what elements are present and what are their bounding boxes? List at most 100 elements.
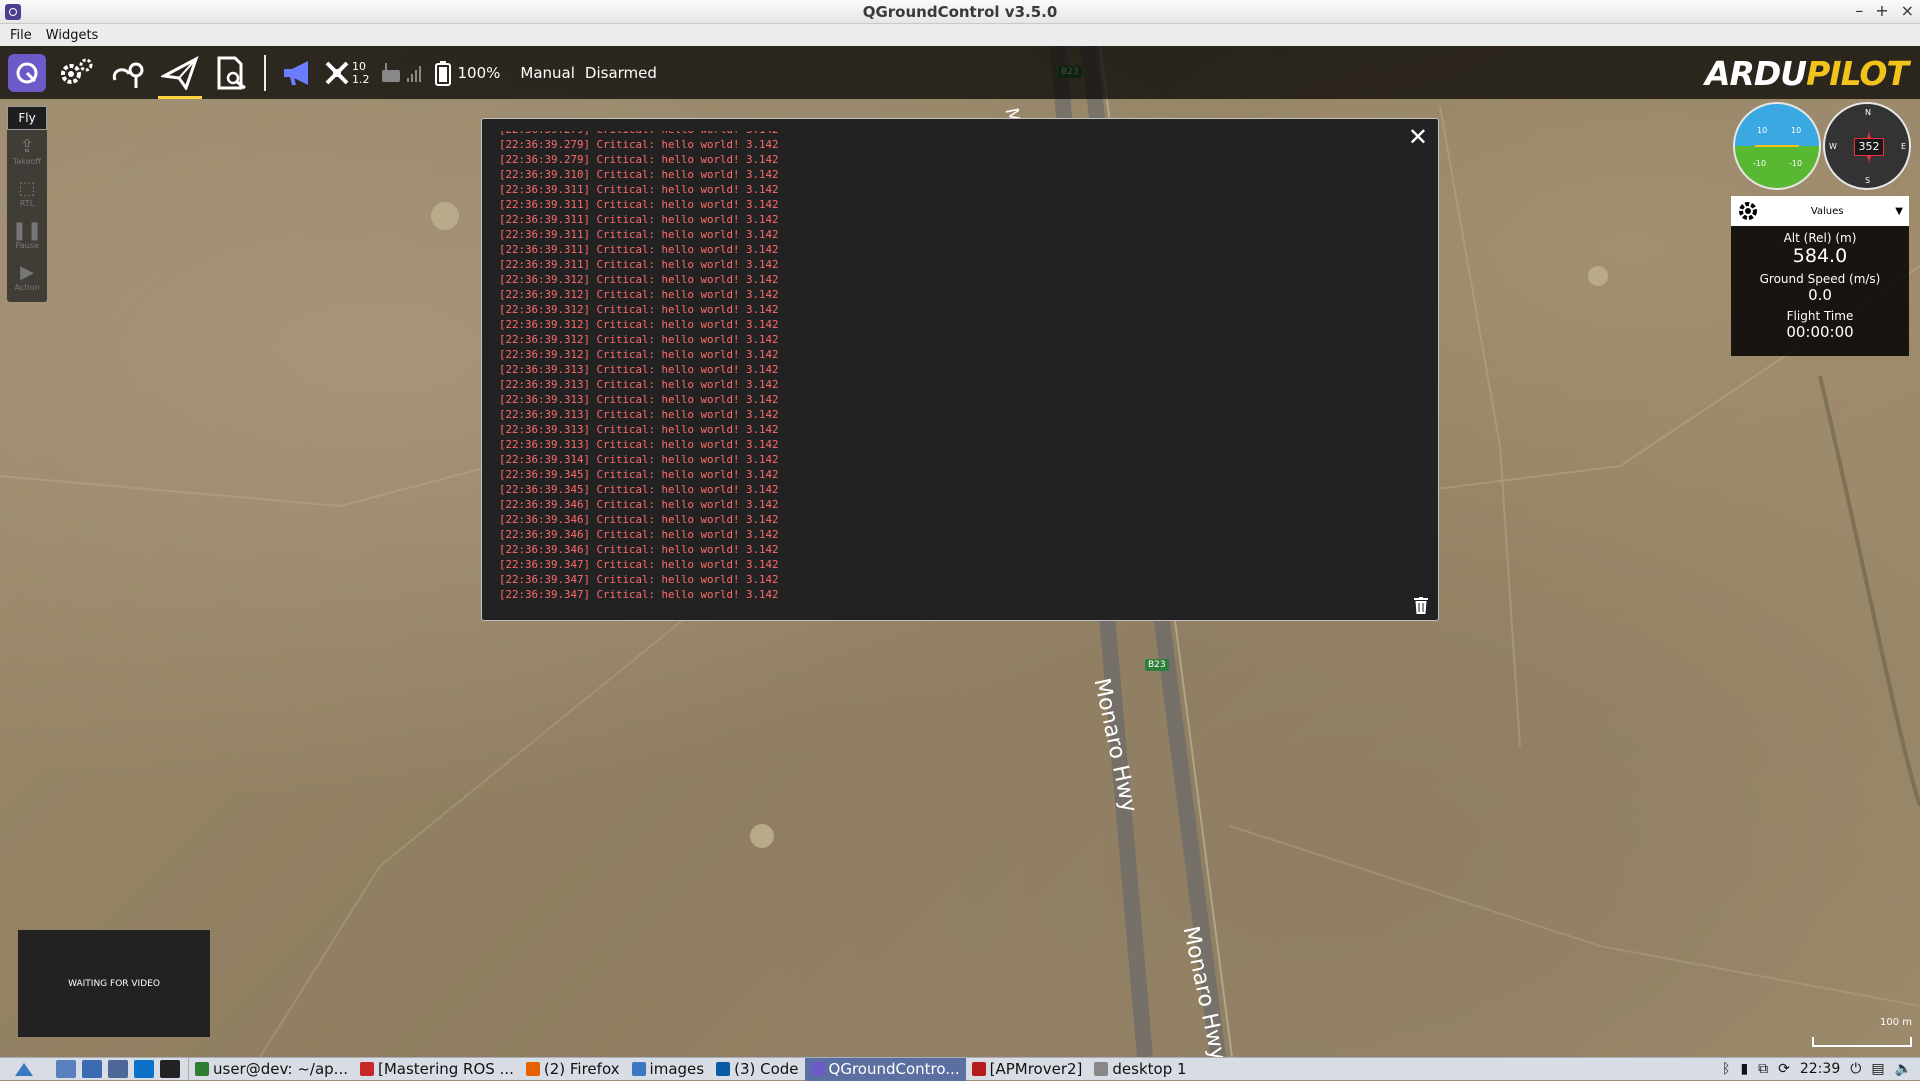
dropdown-caret-icon[interactable]: ▼	[1895, 206, 1903, 217]
message-line: [22:36:39.311] Critical: hello world! 3.…	[499, 198, 779, 211]
fly-button[interactable]	[154, 46, 206, 99]
message-line: [22:36:39.347] Critical: hello world! 3.…	[499, 558, 779, 571]
waypoint-plan-icon	[112, 62, 144, 88]
menu-widgets[interactable]: Widgets	[46, 28, 99, 43]
takeoff-label: Takeoff	[12, 156, 42, 166]
arm-status[interactable]: Disarmed	[585, 64, 657, 82]
message-line: [22:36:39.311] Critical: hello world! 3.…	[499, 213, 779, 226]
message-line: [22:36:39.313] Critical: hello world! 3.…	[499, 438, 779, 451]
altitude-label: Alt (Rel) (m)	[1783, 231, 1857, 245]
taskbar-task[interactable]: [Mastering ROS ...	[354, 1058, 520, 1081]
compass-south: S	[1865, 176, 1871, 185]
rc-transmitter-icon	[381, 62, 400, 82]
message-log[interactable]: [22:36:39.279] Critical: hello world! 3.…	[499, 131, 1199, 605]
horizon-bar	[1755, 145, 1799, 147]
plan-button[interactable]	[102, 46, 154, 99]
settings-button[interactable]	[50, 46, 102, 99]
pitch-tick: 10	[1791, 126, 1802, 135]
task-app-icon	[360, 1062, 374, 1076]
pause-label: Pause	[15, 240, 39, 250]
maximize-button[interactable]: +	[1875, 1, 1888, 20]
video-panel[interactable]: WAITING FOR VIDEO	[18, 930, 210, 1037]
gps-indicator[interactable]: 10 1.2	[324, 46, 370, 99]
fly-tools-panel: Fly ⇪ Takeoff ⬚ RTL ❚❚ Pause ▶ Action	[7, 106, 47, 302]
flighttime-value: 00:00:00	[1786, 323, 1854, 341]
values-label: Values	[1810, 205, 1844, 217]
message-line: [22:36:39.312] Critical: hello world! 3.…	[499, 288, 779, 301]
vscode-launch-icon[interactable]	[134, 1060, 154, 1078]
task-label: (3) Code	[734, 1060, 799, 1078]
play-icon: ▶	[20, 261, 34, 283]
volume-icon[interactable]: 🔈	[1895, 1061, 1912, 1077]
taskbar-task[interactable]: QGroundContro...	[804, 1057, 966, 1081]
heading-value: 352	[1854, 138, 1884, 156]
groundspeed-label: Ground Speed (m/s)	[1759, 272, 1881, 286]
battery-indicator[interactable]: 100%	[434, 46, 511, 99]
pause-button[interactable]: ❚❚ Pause	[7, 214, 47, 256]
message-line: [22:36:39.346] Critical: hello world! 3.…	[499, 513, 779, 526]
qgc-menu-button[interactable]	[4, 46, 50, 99]
message-line: [22:36:39.346] Critical: hello world! 3.…	[499, 498, 779, 511]
document-search-icon	[217, 56, 246, 89]
message-line: [22:36:39.312] Critical: hello world! 3.…	[499, 303, 779, 316]
clock[interactable]: 22:39	[1800, 1061, 1840, 1077]
task-app-icon	[631, 1062, 646, 1076]
gear-icon[interactable]	[1737, 200, 1759, 222]
minimize-button[interactable]: –	[1855, 1, 1863, 20]
file-manager-icon[interactable]	[56, 1060, 76, 1078]
message-line: [22:36:39.311] Critical: hello world! 3.…	[499, 228, 779, 241]
flight-mode-selector[interactable]: Manual	[520, 64, 575, 82]
message-line: [22:36:39.279] Critical: hello world! 3.…	[499, 138, 779, 151]
compass-indicator: N E S W ✦ 352	[1823, 102, 1911, 190]
values-header[interactable]: Values ▼	[1731, 196, 1909, 226]
quick-launch	[48, 1057, 189, 1081]
task-app-icon	[525, 1062, 540, 1076]
ardupilot-logo: ARDUPILOT	[1704, 54, 1909, 93]
bluetooth-icon[interactable]: ᛒ	[1722, 1061, 1730, 1077]
toolbar-separator	[264, 54, 266, 91]
value-row-groundspeed: Ground Speed (m/s) 0.0	[1731, 272, 1909, 304]
terminal-launch-icon[interactable]	[160, 1060, 180, 1078]
keyboard-layout-icon[interactable]: ▤	[1871, 1061, 1884, 1077]
power-icon[interactable]: ⏻	[1850, 1061, 1861, 1077]
trash-icon[interactable]	[1414, 597, 1428, 614]
browser-launch-icon[interactable]	[82, 1060, 102, 1078]
message-line: [22:36:39.312] Critical: hello world! 3.…	[499, 318, 779, 331]
close-window-button[interactable]: ×	[1901, 1, 1914, 20]
menu-file[interactable]: File	[10, 28, 32, 43]
taskbar-task[interactable]: images	[626, 1058, 711, 1081]
window-switcher-icon[interactable]	[108, 1060, 128, 1078]
os-taskbar: user@dev: ~/ap... [Mastering ROS ... (2) F…	[0, 1057, 1920, 1081]
value-row-altitude: Alt (Rel) (m) 584.0	[1731, 231, 1909, 267]
messages-indicator[interactable]	[282, 46, 314, 99]
taskbar-task[interactable]: desktop 1	[1088, 1058, 1192, 1081]
task-label: images	[649, 1060, 705, 1078]
window-titlebar: QGroundControl v3.5.0 – + ×	[0, 0, 1920, 24]
window-controls: – + ×	[1855, 1, 1914, 20]
taskbar-task[interactable]: [APMrover2]	[966, 1058, 1089, 1081]
gears-icon	[61, 58, 93, 84]
taskbar-task[interactable]: (3) Code	[710, 1058, 804, 1081]
rc-rssi-indicator[interactable]	[380, 46, 424, 99]
taskbar-task[interactable]: (2) Firefox	[520, 1058, 626, 1081]
network-icon[interactable]: ⧉	[1758, 1061, 1768, 1077]
pitch-tick: 10	[1757, 126, 1768, 135]
message-line: [22:36:39.345] Critical: hello world! 3.…	[499, 468, 779, 481]
start-menu-button[interactable]	[0, 1058, 48, 1081]
fly-tab[interactable]: Fly	[7, 106, 47, 130]
task-label: (2) Firefox	[543, 1060, 620, 1078]
takeoff-button[interactable]: ⇪ Takeoff	[7, 130, 47, 172]
menu-bar: File Widgets	[0, 24, 1920, 46]
task-app-icon	[971, 1062, 986, 1076]
action-button[interactable]: ▶ Action	[7, 256, 47, 298]
task-app-icon	[195, 1062, 209, 1076]
battery-percent: 100%	[457, 63, 501, 82]
close-icon[interactable]: ✕	[1408, 123, 1428, 151]
analyze-button[interactable]	[206, 46, 258, 99]
message-line: [22:36:39.310] Critical: hello world! 3.…	[499, 168, 779, 181]
rtl-button[interactable]: ⬚ RTL	[7, 172, 47, 214]
battery-tray-icon[interactable]: ▮	[1740, 1061, 1748, 1077]
message-line: [22:36:39.345] Critical: hello world! 3.…	[499, 483, 779, 496]
sync-icon[interactable]: ⟳	[1778, 1061, 1790, 1077]
taskbar-task[interactable]: user@dev: ~/ap...	[189, 1058, 354, 1081]
